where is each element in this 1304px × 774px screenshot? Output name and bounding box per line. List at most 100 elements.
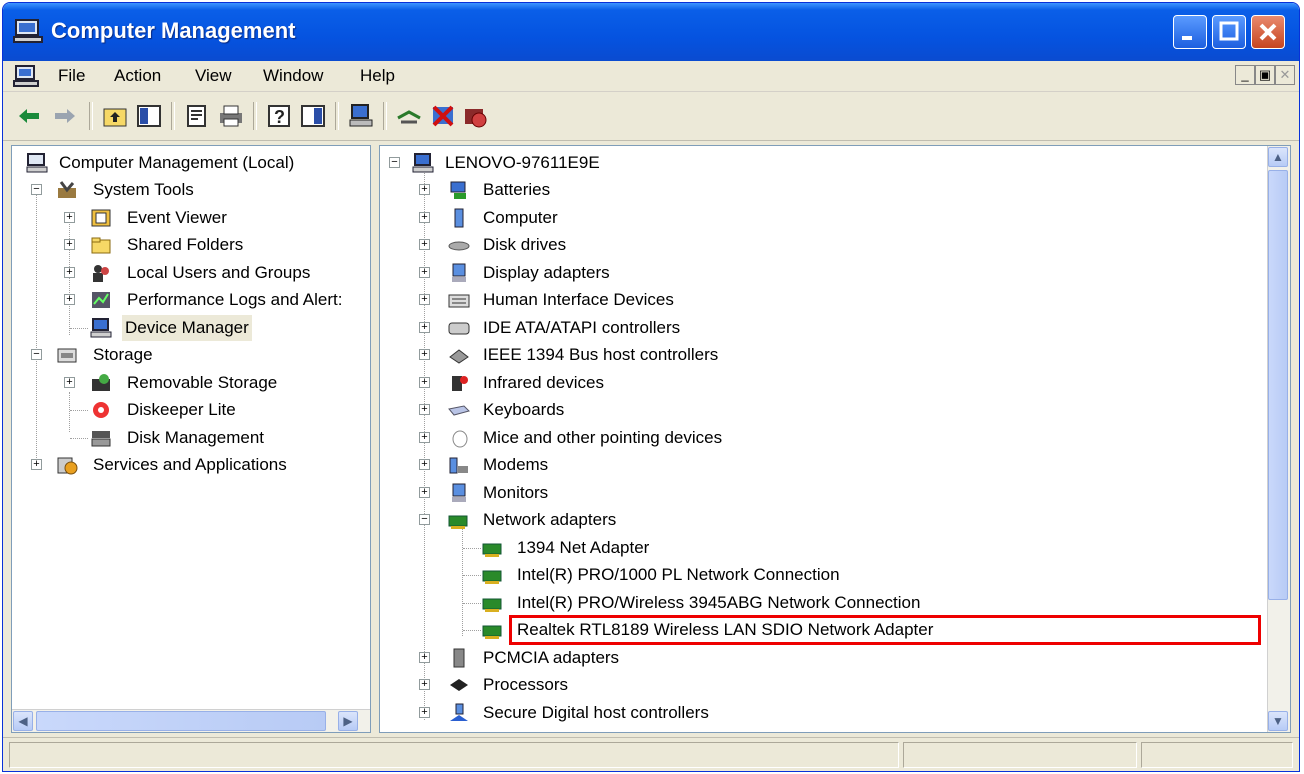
network-device-1394-net-adapter[interactable]: 1394 Net Adapter <box>380 535 1260 561</box>
maximize-button[interactable] <box>1212 15 1246 49</box>
expand-icon[interactable]: + <box>419 212 430 223</box>
scroll-thumb[interactable] <box>36 711 326 731</box>
show-hide-tree-icon[interactable] <box>135 102 163 130</box>
tree-item-disk-management[interactable]: Disk Management <box>12 425 370 451</box>
device-category-infrared[interactable]: + Infrared devices <box>380 370 1260 396</box>
expand-icon[interactable]: + <box>64 377 75 388</box>
menu-view[interactable]: View <box>195 66 232 86</box>
device-category-batteries[interactable]: + Batteries <box>380 177 1260 203</box>
network-device-intel-pro-wireless[interactable]: Intel(R) PRO/Wireless 3945ABG Network Co… <box>380 590 1260 616</box>
diskeeper-icon <box>93 402 109 418</box>
device-category-modems[interactable]: + Modems <box>380 452 1260 478</box>
device-category-computer[interactable]: + Computer <box>380 205 1260 231</box>
expand-icon[interactable]: + <box>419 487 430 498</box>
menu-window[interactable]: Window <box>263 66 323 86</box>
tree-item-services-and-applications[interactable]: + Services and Applications <box>12 452 370 478</box>
menu-help[interactable]: Help <box>360 66 395 86</box>
network-adapter-icon <box>482 570 502 584</box>
collapse-icon[interactable]: − <box>419 514 430 525</box>
scroll-right-button[interactable]: ▶ <box>338 711 358 731</box>
device-category-network-adapters[interactable]: − Network adapters <box>380 507 1260 533</box>
tree-item-diskeeper-lite[interactable]: Diskeeper Lite <box>12 397 370 423</box>
computer-management-icon <box>26 153 48 173</box>
tree-item-system-tools[interactable]: − System Tools <box>12 177 370 203</box>
expand-icon[interactable]: + <box>419 404 430 415</box>
back-arrow-icon[interactable] <box>15 102 43 130</box>
title-bar[interactable]: Computer Management <box>3 3 1299 61</box>
collapse-icon[interactable]: − <box>31 349 42 360</box>
left-horizontal-scrollbar[interactable]: ◀ ▶ <box>12 709 370 732</box>
device-category-disk-drives[interactable]: + Disk drives <box>380 232 1260 258</box>
tree-item-computer-management-local[interactable]: Computer Management (Local) <box>12 150 370 176</box>
mdi-minimize-button[interactable]: _ <box>1235 65 1255 85</box>
expand-icon[interactable]: + <box>419 377 430 388</box>
update-driver-icon[interactable] <box>395 102 423 130</box>
expand-icon[interactable]: + <box>419 707 430 718</box>
menu-file[interactable]: File <box>58 66 85 86</box>
expand-icon[interactable]: + <box>419 459 430 470</box>
device-category-ieee-1394[interactable]: + IEEE 1394 Bus host controllers <box>380 342 1260 368</box>
device-category-display-adapters[interactable]: + Display adapters <box>380 260 1260 286</box>
device-category-monitors[interactable]: + Monitors <box>380 480 1260 506</box>
mouse-icon <box>452 430 468 448</box>
network-device-intel-pro-1000[interactable]: Intel(R) PRO/1000 PL Network Connection <box>380 562 1260 588</box>
help-icon[interactable]: ? <box>265 102 293 130</box>
scroll-up-button[interactable]: ▲ <box>1268 147 1288 167</box>
device-category-pcmcia-adapters[interactable]: + PCMCIA adapters <box>380 645 1260 671</box>
console-tree-pane[interactable]: Computer Management (Local) − System Too… <box>11 145 371 733</box>
expand-icon[interactable]: + <box>419 322 430 333</box>
expand-icon[interactable]: + <box>64 294 75 305</box>
tree-item-performance-logs[interactable]: + Performance Logs and Alert: <box>12 287 370 313</box>
properties-icon[interactable] <box>183 102 211 130</box>
storage-icon <box>57 348 77 363</box>
expand-icon[interactable]: + <box>64 239 75 250</box>
app-menu-icon[interactable] <box>13 64 39 88</box>
expand-icon[interactable]: + <box>419 239 430 250</box>
device-tree-pane[interactable]: − LENOVO-97611E9E + Batteries + Computer… <box>379 145 1291 733</box>
up-folder-icon[interactable] <box>101 102 129 130</box>
device-category-processors[interactable]: + Processors <box>380 672 1260 698</box>
tree-item-event-viewer[interactable]: + Event Viewer <box>12 205 370 231</box>
tree-item-storage[interactable]: − Storage <box>12 342 370 368</box>
uninstall-device-icon[interactable] <box>429 102 457 130</box>
expand-icon[interactable]: + <box>419 267 430 278</box>
scroll-left-button[interactable]: ◀ <box>13 711 33 731</box>
expand-icon[interactable]: + <box>419 432 430 443</box>
forward-arrow-icon[interactable] <box>51 102 79 130</box>
disable-device-icon[interactable] <box>461 102 489 130</box>
device-category-ide-ata-atapi[interactable]: + IDE ATA/ATAPI controllers <box>380 315 1260 341</box>
expand-icon[interactable]: + <box>419 294 430 305</box>
close-button[interactable] <box>1251 15 1285 49</box>
menu-action[interactable]: Action <box>114 66 161 86</box>
expand-icon[interactable]: + <box>64 212 75 223</box>
toolbar-separator <box>171 102 175 130</box>
tree-item-shared-folders[interactable]: + Shared Folders <box>12 232 370 258</box>
scroll-thumb[interactable] <box>1268 170 1288 600</box>
tree-item-removable-storage[interactable]: + Removable Storage <box>12 370 370 396</box>
tree-item-device-manager[interactable]: Device Manager <box>12 315 370 341</box>
show-hide-action-pane-icon[interactable] <box>299 102 327 130</box>
print-icon[interactable] <box>217 102 245 130</box>
device-category-human-interface-devices[interactable]: + Human Interface Devices <box>380 287 1260 313</box>
scan-hardware-icon[interactable] <box>347 102 375 130</box>
close-icon <box>1259 23 1277 41</box>
expand-icon[interactable]: + <box>419 184 430 195</box>
right-vertical-scrollbar[interactable]: ▲ ▼ <box>1267 146 1290 732</box>
device-tree-root[interactable]: − LENOVO-97611E9E <box>380 150 1260 176</box>
expand-icon[interactable]: + <box>419 349 430 360</box>
collapse-icon[interactable]: − <box>389 157 400 168</box>
scroll-down-button[interactable]: ▼ <box>1268 711 1288 731</box>
minimize-button[interactable] <box>1173 15 1207 49</box>
mdi-close-button[interactable]: ✕ <box>1275 65 1295 85</box>
collapse-icon[interactable]: − <box>31 184 42 195</box>
expand-icon[interactable]: + <box>64 267 75 278</box>
device-category-mice[interactable]: + Mice and other pointing devices <box>380 425 1260 451</box>
expand-icon[interactable]: + <box>31 459 42 470</box>
expand-icon[interactable]: + <box>419 679 430 690</box>
device-category-keyboards[interactable]: + Keyboards <box>380 397 1260 423</box>
mdi-restore-button[interactable]: ▣ <box>1255 65 1275 85</box>
device-manager-icon <box>90 318 112 338</box>
tree-item-local-users-and-groups[interactable]: + Local Users and Groups <box>12 260 370 286</box>
device-category-secure-digital-host-controllers[interactable]: + Secure Digital host controllers <box>380 700 1260 726</box>
expand-icon[interactable]: + <box>419 652 430 663</box>
